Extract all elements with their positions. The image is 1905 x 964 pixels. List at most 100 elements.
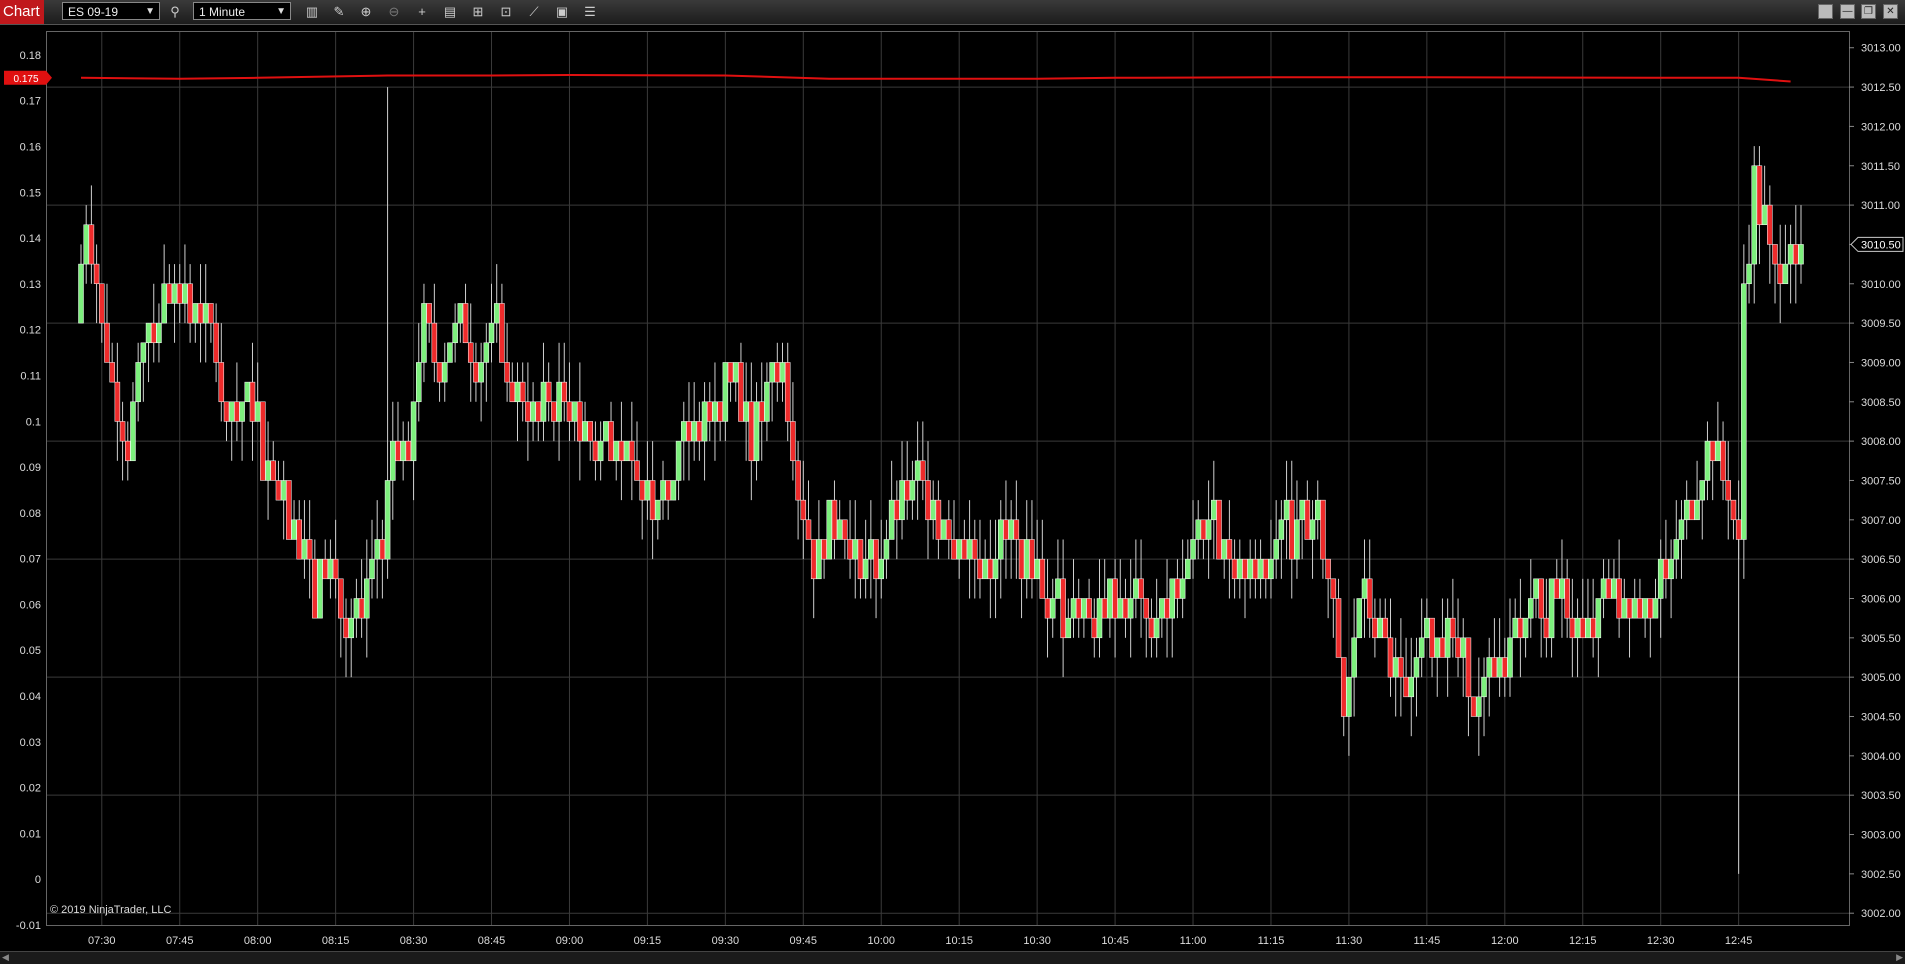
candle-up — [1309, 519, 1316, 540]
candle-down — [1439, 637, 1446, 658]
candle-up — [192, 303, 199, 324]
candle-up — [156, 322, 162, 344]
candle-down — [686, 421, 692, 442]
candle-up — [1694, 499, 1700, 521]
candle-down — [332, 558, 339, 580]
candle-down — [831, 499, 838, 540]
candle-up — [1195, 519, 1201, 540]
candle-up — [1127, 598, 1134, 619]
candle-up — [1361, 578, 1368, 599]
candle-up — [1055, 578, 1061, 599]
candle-down — [306, 539, 313, 560]
candle-down — [1626, 598, 1633, 619]
time-tick-label: 12:15 — [1569, 935, 1597, 947]
right-tick-label: 3011.50 — [1861, 161, 1900, 173]
candle-up — [1179, 578, 1186, 599]
candle-up — [623, 440, 630, 462]
candle-up — [265, 460, 271, 481]
candle-down — [343, 617, 349, 639]
candle-down — [1003, 519, 1009, 540]
candle-down — [1039, 558, 1046, 599]
candle-up — [1346, 676, 1352, 717]
candle-up — [1631, 598, 1638, 619]
candle-up — [364, 578, 370, 619]
candle-up — [1205, 519, 1212, 540]
candle-up — [1424, 617, 1430, 639]
candle-up — [1751, 165, 1757, 265]
candle-up — [452, 322, 458, 344]
candle-down — [1564, 578, 1570, 619]
copyright-text: © 2019 NinjaTrader, LLC — [50, 904, 171, 916]
candle-up — [1268, 558, 1274, 580]
candle-up — [769, 362, 775, 383]
candle-down — [223, 401, 230, 422]
candle-down — [1372, 617, 1378, 639]
candle-down — [379, 539, 386, 560]
candle-down — [1252, 558, 1259, 580]
candle-up — [1257, 558, 1264, 580]
candle-down — [473, 362, 479, 383]
candle-up — [1481, 676, 1487, 698]
candle-up — [1237, 558, 1243, 580]
time-tick-label: 08:00 — [244, 935, 272, 947]
candle-down — [551, 401, 557, 422]
candle-down — [946, 519, 952, 540]
time-axis: 07:30 07:45 08:00 08:15 08:30 08:45 09:00 09:15… — [88, 935, 1752, 947]
horizontal-scrollbar[interactable]: ◀ ▶ — [0, 951, 1905, 964]
candle-down — [717, 401, 723, 422]
candle-up — [1460, 637, 1466, 658]
current-price-label: 3010.50 — [1861, 239, 1901, 251]
candle-down — [1138, 578, 1144, 599]
candle-up — [1065, 617, 1072, 639]
candle-up — [613, 440, 619, 462]
candle-down — [790, 421, 796, 462]
candle-down — [649, 480, 656, 521]
candle-down — [1637, 598, 1643, 619]
right-tick-label: 3008.00 — [1861, 436, 1901, 448]
left-tick-label: 0.1 — [26, 416, 41, 428]
candle-up — [1117, 598, 1124, 619]
left-tick-label: 0.15 — [20, 187, 41, 199]
left-tick-label: 0.04 — [20, 691, 41, 703]
candle-down — [1709, 440, 1716, 462]
candle-down — [395, 440, 401, 462]
right-tick-label: 3006.50 — [1861, 554, 1901, 566]
candle-down — [1174, 578, 1181, 599]
candle-up — [145, 322, 152, 344]
candlesticks — [78, 146, 1804, 756]
candle-down — [1777, 263, 1783, 285]
candle-up — [1699, 480, 1706, 501]
candle-up — [161, 283, 167, 324]
candle-up — [1761, 204, 1768, 226]
candle-up — [779, 362, 786, 383]
candle-down — [842, 519, 848, 540]
candle-up — [883, 539, 890, 560]
candle-down — [426, 303, 432, 324]
candle-down — [1517, 617, 1524, 639]
candle-up — [1600, 578, 1607, 599]
candle-down — [758, 401, 765, 422]
candle-down — [1616, 578, 1622, 619]
candle-up — [1683, 499, 1690, 521]
candle-up — [447, 342, 453, 363]
candle-down — [1122, 598, 1129, 619]
candle-up — [1190, 539, 1196, 560]
candle-down — [1647, 598, 1654, 619]
left-tick-label: 0.08 — [20, 508, 41, 520]
candle-down — [1502, 657, 1508, 678]
candle-down — [1044, 598, 1051, 619]
right-tick-label: 3005.00 — [1861, 672, 1901, 684]
scroll-right-icon[interactable]: ▶ — [1896, 952, 1903, 963]
candle-up — [1715, 440, 1721, 462]
scroll-left-icon[interactable]: ◀ — [2, 952, 9, 963]
time-tick-label: 12:45 — [1725, 935, 1753, 947]
candle-up — [1741, 283, 1747, 540]
left-tick-label: 0.17 — [20, 96, 41, 108]
candle-down — [592, 440, 599, 462]
price-chart[interactable]: 0.18 0.17 0.16 0.15 0.14 0.13 0.12 0.11 0.1 0.09 0… — [0, 0, 1905, 950]
time-tick-label: 12:30 — [1647, 935, 1675, 947]
right-tick-label: 3012.00 — [1861, 121, 1901, 133]
candle-down — [88, 224, 95, 265]
left-tick-label: -0.01 — [16, 920, 41, 932]
right-tick-label: 3007.00 — [1861, 515, 1901, 527]
